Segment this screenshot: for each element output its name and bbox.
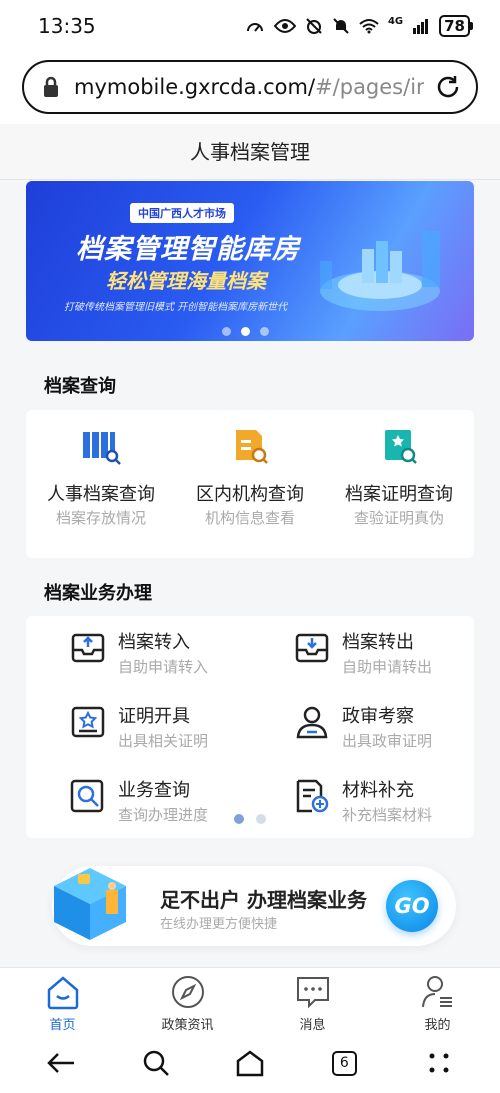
business-item-political-review[interactable]: 政审考察 出具政审证明 [294, 702, 494, 762]
query-card: 人事档案查询 档案存放情况 区内机构查询 机构信息查看 档案证明查询 查验证明真… [26, 410, 474, 558]
banner-caption: 打破传统档案管理旧模式 开创智能档案库房新世代 [64, 302, 288, 313]
tab-home[interactable]: 首页 [0, 968, 125, 1033]
inbox-out-icon [295, 633, 329, 663]
home-button[interactable] [230, 1043, 270, 1083]
search-icon [143, 1050, 169, 1076]
search-button[interactable] [136, 1043, 176, 1083]
banner-pagination [222, 327, 269, 336]
query-item-label: 人事档案查询 [47, 484, 155, 505]
tab-messages[interactable]: 消息 [250, 968, 375, 1033]
address-bar[interactable]: mymobile.gxrcda.com/#/pages/inde [22, 60, 478, 114]
eye-icon [273, 19, 296, 33]
business-item-label: 材料补充 [342, 780, 414, 801]
business-item-certificate[interactable]: 证明开具 出具相关证明 [70, 702, 270, 762]
message-icon [296, 977, 329, 1009]
tab-profile[interactable]: 我的 [375, 968, 500, 1033]
business-pagination [234, 814, 266, 824]
smart-warehouse-illustration [320, 231, 440, 311]
business-section-title: 档案业务办理 [44, 583, 152, 604]
home-icon [47, 976, 78, 1010]
certificate-icon [71, 706, 105, 738]
business-item-sub: 补充档案材料 [342, 806, 433, 824]
archive-box-illustration [54, 868, 126, 940]
business-item-sub: 查询办理进度 [118, 806, 209, 824]
lock-icon [44, 76, 58, 97]
business-item-sub: 出具政审证明 [342, 732, 433, 750]
business-item-sub: 自助申请转出 [342, 658, 433, 676]
browser-toolbar: mymobile.gxrcda.com/#/pages/inde [0, 52, 500, 124]
business-item-query[interactable]: 业务查询 查询办理进度 [70, 776, 270, 836]
file-search-icon [83, 432, 121, 465]
query-item-sub: 机构信息查看 [204, 509, 295, 527]
promo-subtitle: 在线办理更方便快捷 [160, 917, 278, 932]
status-time: 13:35 [38, 14, 96, 38]
business-item-transfer-in[interactable]: 档案转入 自助申请转入 [70, 628, 270, 688]
banner-tag: 中国广西人才市场 [130, 203, 234, 223]
query-section-title: 档案查询 [44, 376, 116, 397]
tab-label: 首页 [49, 1018, 76, 1033]
banner-carousel[interactable]: 中国广西人才市场 档案管理智能库房 轻松管理海量档案 打破传统档案管理旧模式 开… [26, 181, 474, 341]
query-item-sub: 档案存放情况 [55, 509, 146, 527]
status-bar: 13:35 4G 78 [0, 0, 500, 52]
speedometer-icon [246, 23, 263, 32]
document-add-icon [296, 779, 329, 813]
status-icons: 4G 78 [245, 15, 473, 37]
business-item-label: 政审考察 [342, 706, 414, 727]
business-item-sub: 自助申请转入 [118, 658, 209, 676]
tab-policy-news[interactable]: 政策资讯 [125, 968, 250, 1033]
bell-off-icon [333, 18, 349, 34]
business-item-label: 业务查询 [118, 780, 190, 801]
page-dot[interactable] [256, 814, 266, 824]
promo-title: 足不出户 办理档案业务 [160, 888, 367, 912]
business-item-transfer-out[interactable]: 档案转出 自助申请转出 [294, 628, 494, 688]
tab-label: 政策资讯 [161, 1018, 214, 1033]
query-item-sub: 查验证明真伪 [353, 509, 444, 527]
magnifier-icon [70, 779, 104, 813]
network-type: 4G [387, 15, 404, 27]
certificate-search-icon [385, 430, 417, 464]
tab-label: 消息 [299, 1018, 326, 1033]
arrow-left-icon [47, 1053, 75, 1073]
back-button[interactable] [41, 1043, 81, 1083]
alarm-off-icon [306, 18, 322, 34]
banner-dot-active[interactable] [241, 327, 250, 336]
url-host: mymobile.gxrcda.com/ [74, 75, 316, 99]
house-icon [236, 1050, 264, 1077]
business-item-label: 档案转入 [118, 632, 190, 653]
banner-title: 档案管理智能库房 [76, 234, 300, 265]
business-item-label: 档案转出 [342, 632, 414, 653]
business-item-label: 证明开具 [118, 706, 190, 727]
go-button[interactable]: GO [386, 880, 438, 932]
person-icon [296, 706, 328, 739]
url-path: #/pages/inde [315, 75, 424, 99]
page-dot-active[interactable] [234, 814, 244, 824]
banner-dot[interactable] [260, 327, 269, 336]
banner-subtitle: 轻松管理海量档案 [106, 269, 266, 293]
url-text[interactable]: mymobile.gxrcda.com/#/pages/inde [74, 75, 424, 99]
inbox-in-icon [71, 633, 105, 663]
tab-count: 6 [331, 1050, 357, 1076]
business-item-supplement[interactable]: 材料补充 补充档案材料 [294, 776, 494, 836]
promo-banner[interactable]: 足不出户 办理档案业务 在线办理更方便快捷 GO [52, 866, 456, 946]
compass-icon [171, 976, 204, 1008]
profile-icon [421, 976, 452, 1008]
system-nav-bar: 6 [0, 1033, 500, 1093]
wifi-icon [359, 19, 379, 34]
building-search-icon [236, 430, 268, 464]
signal-icon [413, 19, 429, 34]
reload-icon[interactable] [434, 73, 462, 101]
bottom-tab-bar: 首页 政策资讯 消息 我的 [0, 967, 500, 1033]
business-card: 档案转入 自助申请转入 档案转出 自助申请转出 证明开具 出具相关证明 政审考察… [26, 616, 474, 838]
more-dots-icon [429, 1053, 449, 1073]
query-item-label: 档案证明查询 [345, 484, 453, 505]
menu-button[interactable] [419, 1043, 459, 1083]
business-item-sub: 出具相关证明 [118, 732, 209, 750]
banner-dot[interactable] [222, 327, 231, 336]
battery-indicator: 78 [439, 15, 473, 37]
tabs-button[interactable]: 6 [324, 1043, 364, 1083]
page-title: 人事档案管理 [0, 124, 500, 180]
query-item-label: 区内机构查询 [196, 484, 304, 505]
tab-label: 我的 [424, 1018, 451, 1033]
